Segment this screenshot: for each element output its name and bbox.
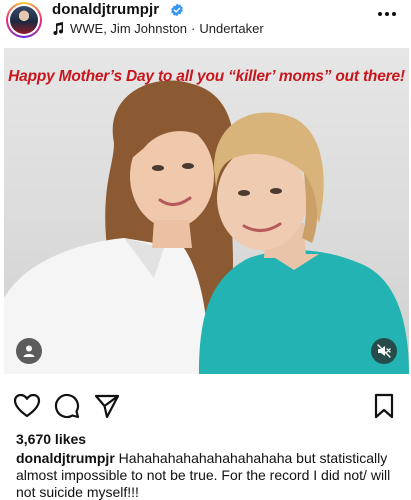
post-header: donaldjtrumpjr WWE, Jim Johnston · Under… (0, 0, 411, 42)
post-caption: donaldjtrumpjr Hahahahahahahahahahaha bu… (16, 450, 406, 500)
user-tag-icon (23, 345, 35, 357)
music-artist: WWE, Jim Johnston (70, 21, 188, 36)
post-actions (0, 392, 411, 422)
music-attribution[interactable]: WWE, Jim Johnston · Undertaker (52, 21, 264, 36)
image-caption-text: Happy Mother’s Day to all you “killer’ m… (8, 68, 405, 85)
more-options-icon[interactable] (377, 11, 397, 17)
tagged-users-button[interactable] (16, 338, 42, 364)
post-image[interactable]: Happy Mother’s Day to all you “killer’ m… (4, 48, 409, 374)
music-track: Undertaker (199, 21, 264, 36)
avatar-image (10, 6, 38, 34)
like-count[interactable]: 3,670 likes (16, 431, 86, 447)
bookmark-icon[interactable] (370, 392, 398, 420)
music-separator: · (191, 21, 196, 36)
mute-button[interactable] (371, 338, 397, 364)
share-icon[interactable] (93, 392, 121, 420)
avatar[interactable] (6, 2, 42, 38)
muted-speaker-icon (377, 344, 391, 358)
music-note-icon (53, 21, 64, 35)
post-photo (4, 80, 409, 374)
caption-username[interactable]: donaldjtrumpjr (16, 450, 115, 466)
username[interactable]: donaldjtrumpjr (52, 1, 159, 18)
verified-badge-icon (171, 3, 183, 17)
comment-icon[interactable] (53, 392, 81, 420)
heart-icon[interactable] (13, 392, 41, 420)
